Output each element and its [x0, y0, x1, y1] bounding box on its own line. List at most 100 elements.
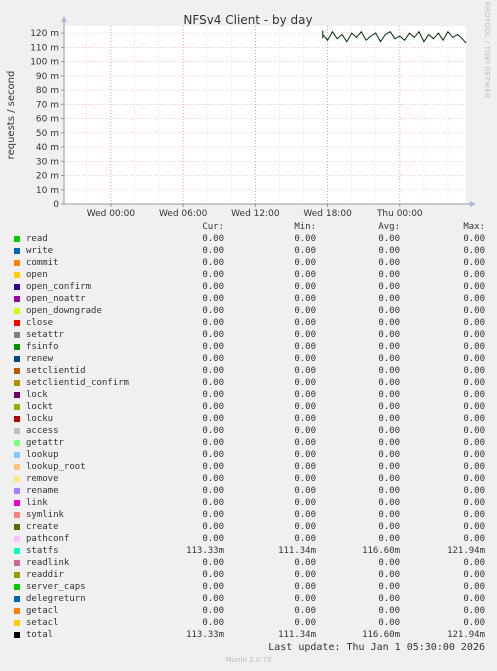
legend-row: access 0.00 0.00 0.00 0.00 [0, 425, 497, 437]
legend-series-name: open_downgrade [26, 306, 102, 316]
legend-value-avg: 0.00 [378, 378, 400, 388]
legend-series-name: open_noattr [26, 294, 86, 304]
legend-value-cur: 0.00 [202, 270, 224, 280]
legend-value-avg: 0.00 [378, 594, 400, 604]
legend-value-min: 0.00 [294, 258, 316, 268]
legend-value-cur: 0.00 [202, 450, 224, 460]
legend-row: getacl 0.00 0.00 0.00 0.00 [0, 605, 497, 617]
legend-value-max: 0.00 [463, 558, 485, 568]
legend-series-name: renew [26, 354, 54, 364]
x-tick-label: Wed 06:00 [159, 209, 208, 219]
legend-swatch [14, 260, 20, 266]
legend-value-max: 0.00 [463, 510, 485, 520]
legend-row: open_noattr 0.00 0.00 0.00 0.00 [0, 293, 497, 305]
legend-value-avg: 0.00 [378, 510, 400, 520]
legend-value-avg: 0.00 [378, 462, 400, 472]
legend-value-min: 0.00 [294, 570, 316, 580]
legend-series-name: write [26, 246, 54, 256]
legend-value-max: 0.00 [463, 582, 485, 592]
legend-value-min: 0.00 [294, 534, 316, 544]
legend-swatch [14, 632, 20, 638]
legend-value-min: 0.00 [294, 366, 316, 376]
legend-value-avg: 0.00 [378, 318, 400, 328]
legend-row: read 0.00 0.00 0.00 0.00 [0, 233, 497, 245]
legend-swatch [14, 272, 20, 278]
legend-series-name: create [26, 522, 59, 532]
legend-row: rename 0.00 0.00 0.00 0.00 [0, 485, 497, 497]
chart-title: NFSv4 Client - by day [183, 13, 312, 27]
legend-value-cur: 0.00 [202, 402, 224, 412]
legend-value-avg: 0.00 [378, 486, 400, 496]
legend-row: lockt 0.00 0.00 0.00 0.00 [0, 401, 497, 413]
legend-value-cur: 0.00 [202, 426, 224, 436]
legend-value-max: 0.00 [463, 534, 485, 544]
legend-row: lookup 0.00 0.00 0.00 0.00 [0, 449, 497, 461]
legend-value-min: 0.00 [294, 294, 316, 304]
legend-value-avg: 0.00 [378, 606, 400, 616]
legend-value-max: 0.00 [463, 246, 485, 256]
legend-series-name: delegreturn [26, 594, 86, 604]
legend-value-max: 0.00 [463, 282, 485, 292]
legend-value-cur: 0.00 [202, 510, 224, 520]
y-tick-label: 0 [53, 200, 59, 210]
legend-swatch [14, 620, 20, 626]
legend-series-name: getacl [26, 606, 59, 616]
legend-value-avg: 0.00 [378, 306, 400, 316]
legend-value-min: 0.00 [294, 606, 316, 616]
legend-series-name: fsinfo [26, 342, 59, 352]
legend-row: lookup_root 0.00 0.00 0.00 0.00 [0, 461, 497, 473]
legend-header: Cur: Min: Avg: Max: [0, 221, 497, 233]
legend-series-name: setclientid_confirm [26, 378, 129, 388]
legend-series-name: lookup_root [26, 462, 86, 472]
legend-value-min: 0.00 [294, 234, 316, 244]
legend-series-name: open [26, 270, 48, 280]
legend-header-max: Max: [463, 222, 485, 232]
legend-row: open_confirm 0.00 0.00 0.00 0.00 [0, 281, 497, 293]
legend-value-avg: 0.00 [378, 618, 400, 628]
legend-value-max: 121.94m [447, 546, 485, 556]
legend-header-cur: Cur: [202, 222, 224, 232]
legend-value-min: 111.34m [278, 630, 316, 640]
legend-swatch [14, 320, 20, 326]
legend-swatch [14, 572, 20, 578]
legend-series-name: lockt [26, 402, 54, 412]
legend-value-cur: 0.00 [202, 378, 224, 388]
legend-value-cur: 0.00 [202, 330, 224, 340]
legend-value-min: 0.00 [294, 378, 316, 388]
legend-series-name: symlink [26, 510, 64, 520]
legend-value-cur: 0.00 [202, 534, 224, 544]
y-tick-label: 20 m [36, 172, 59, 182]
legend-row: renew 0.00 0.00 0.00 0.00 [0, 353, 497, 365]
legend-row: locku 0.00 0.00 0.00 0.00 [0, 413, 497, 425]
legend-swatch [14, 344, 20, 350]
legend-row: delegreturn 0.00 0.00 0.00 0.00 [0, 593, 497, 605]
legend-value-min: 0.00 [294, 498, 316, 508]
y-tick-label: 10 m [36, 186, 59, 196]
legend-swatch [14, 512, 20, 518]
legend-value-min: 0.00 [294, 402, 316, 412]
legend-value-min: 0.00 [294, 306, 316, 316]
munin-version: Munin 2.0.73 [225, 656, 272, 664]
legend-row: close 0.00 0.00 0.00 0.00 [0, 317, 497, 329]
legend-swatch [14, 536, 20, 542]
legend-value-min: 111.34m [278, 546, 316, 556]
legend-row: setclientid_confirm 0.00 0.00 0.00 0.00 [0, 377, 497, 389]
legend-value-min: 0.00 [294, 270, 316, 280]
legend-value-avg: 0.00 [378, 498, 400, 508]
legend-row: open_downgrade 0.00 0.00 0.00 0.00 [0, 305, 497, 317]
legend-series-name: close [26, 318, 54, 328]
legend-swatch [14, 524, 20, 530]
legend-value-avg: 0.00 [378, 534, 400, 544]
legend-row: fsinfo 0.00 0.00 0.00 0.00 [0, 341, 497, 353]
legend-value-min: 0.00 [294, 414, 316, 424]
legend-value-min: 0.00 [294, 342, 316, 352]
legend-series-name: locku [26, 414, 54, 424]
legend-value-avg: 0.00 [378, 390, 400, 400]
legend-series-name: rename [26, 486, 59, 496]
legend-series-name: read [26, 234, 48, 244]
legend-series-name: readlink [26, 558, 70, 568]
legend-swatch [14, 380, 20, 386]
legend-row: statfs 113.33m 111.34m 116.60m 121.94m [0, 545, 497, 557]
legend-value-cur: 0.00 [202, 246, 224, 256]
legend-series-name: setacl [26, 618, 59, 628]
